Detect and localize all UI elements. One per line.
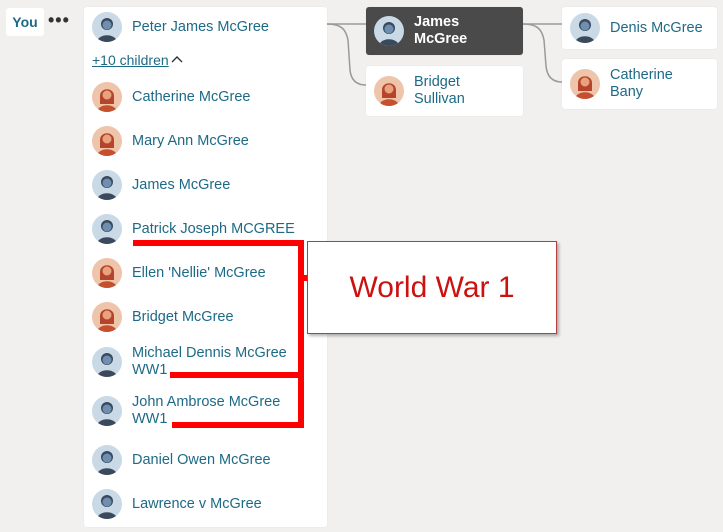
male-avatar-icon <box>374 16 404 46</box>
child-row[interactable]: Michael Dennis McGree WW1 <box>92 344 307 380</box>
children-toggle-link[interactable]: +10 children <box>92 52 183 68</box>
child-row[interactable]: Mary Ann McGree <box>92 123 307 159</box>
grandparent-card-mother[interactable]: Catherine Bany <box>562 59 717 109</box>
male-avatar-icon <box>92 170 122 200</box>
female-avatar-icon <box>92 258 122 288</box>
male-avatar-icon <box>92 445 122 475</box>
child-row[interactable]: John Ambrose McGree WW1 <box>92 393 307 429</box>
chevron-up-icon <box>171 54 183 66</box>
annotation-text: World War 1 <box>349 270 515 304</box>
parent-name: James McGree <box>414 14 468 47</box>
child-name: Catherine McGree <box>132 88 251 105</box>
female-avatar-icon <box>92 302 122 332</box>
child-name: Bridget McGree <box>132 308 234 325</box>
you-chip[interactable]: You <box>6 8 44 36</box>
male-avatar-icon <box>92 347 122 377</box>
female-avatar-icon <box>374 76 404 106</box>
grandparent-card-father[interactable]: Denis McGree <box>562 7 717 49</box>
child-name: Daniel Owen McGree <box>132 451 271 468</box>
child-row[interactable]: Daniel Owen McGree <box>92 442 307 478</box>
child-row[interactable]: Ellen 'Nellie' McGree <box>92 255 307 291</box>
children-list-panel: Peter James McGree +10 children Catherin… <box>84 7 327 527</box>
children-toggle-label: +10 children <box>92 52 169 68</box>
female-avatar-icon <box>92 126 122 156</box>
focus-person-row[interactable]: Peter James McGree <box>92 9 269 45</box>
child-row[interactable]: Catherine McGree <box>92 79 307 115</box>
parent-card-father[interactable]: James McGree <box>366 7 523 55</box>
child-row[interactable]: Bridget McGree <box>92 299 307 335</box>
focus-person-name: Peter James McGree <box>132 18 269 35</box>
child-name: Michael Dennis McGree WW1 <box>132 345 287 378</box>
female-avatar-icon <box>92 82 122 112</box>
child-name: Ellen 'Nellie' McGree <box>132 264 266 281</box>
male-avatar-icon <box>92 396 122 426</box>
grandparent-name: Catherine Bany <box>610 67 673 100</box>
child-row[interactable]: Patrick Joseph MCGREE <box>92 211 307 247</box>
male-avatar-icon <box>570 13 600 43</box>
male-avatar-icon <box>92 214 122 244</box>
grandparent-name: Denis McGree <box>610 19 703 36</box>
more-generations-icon[interactable]: ••• <box>48 10 70 31</box>
male-avatar-icon <box>92 489 122 519</box>
child-row[interactable]: James McGree <box>92 167 307 203</box>
parent-name: Bridget Sullivan <box>414 74 465 107</box>
you-label: You <box>12 14 38 30</box>
child-name: Mary Ann McGree <box>132 132 249 149</box>
male-avatar-icon <box>92 12 122 42</box>
child-row[interactable]: Lawrence v McGree <box>92 486 307 522</box>
child-name: James McGree <box>132 176 231 193</box>
child-name: Lawrence v McGree <box>132 495 262 512</box>
world-war-annotation-box: World War 1 <box>307 241 557 334</box>
female-avatar-icon <box>570 69 600 99</box>
child-name: Patrick Joseph MCGREE <box>132 220 295 237</box>
parent-card-mother[interactable]: Bridget Sullivan <box>366 66 523 116</box>
child-name: John Ambrose McGree WW1 <box>132 394 281 427</box>
